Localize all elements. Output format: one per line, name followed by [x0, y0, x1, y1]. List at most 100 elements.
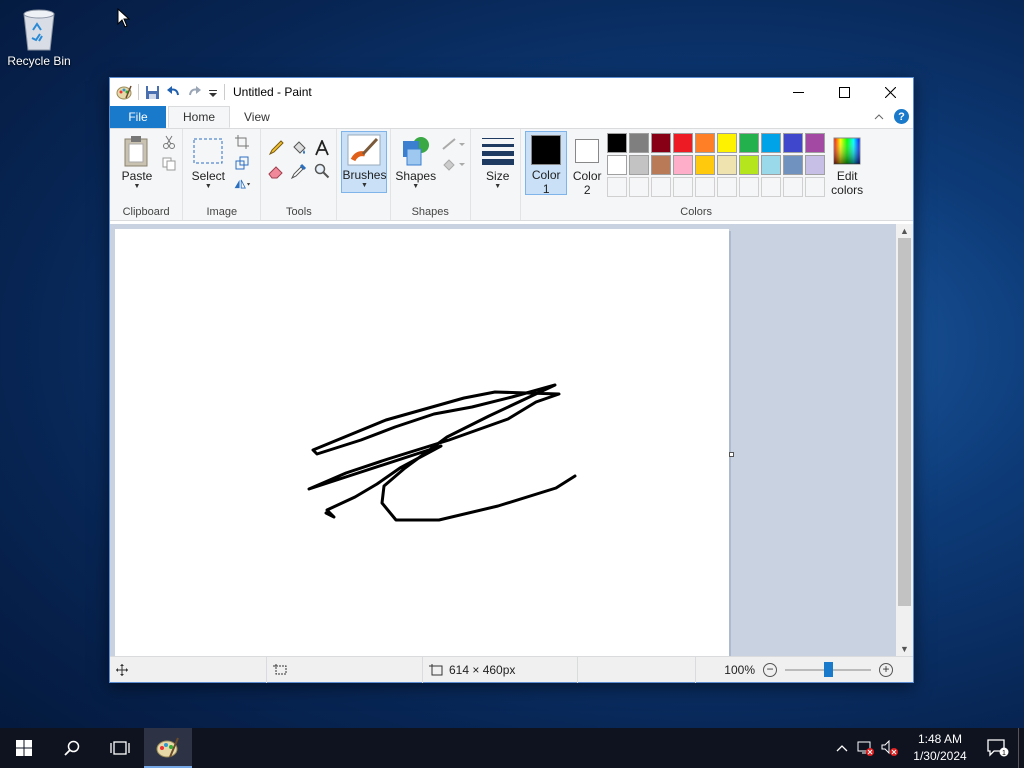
selection-size-icon	[273, 664, 287, 675]
volume-button[interactable]	[878, 740, 902, 756]
palette-swatch[interactable]	[717, 133, 738, 153]
select-button[interactable]: Select ▼	[185, 133, 231, 190]
palette-swatch[interactable]	[805, 155, 826, 175]
palette-swatch[interactable]	[783, 133, 804, 153]
crop-icon[interactable]	[233, 133, 251, 151]
network-disconnected-icon	[857, 741, 874, 756]
quick-access-toolbar	[110, 84, 225, 100]
brushes-button[interactable]: Brushes ▼	[341, 131, 388, 193]
palette-swatch[interactable]	[805, 133, 826, 153]
custom-color-slot[interactable]	[717, 177, 738, 197]
save-icon[interactable]	[145, 85, 160, 100]
color-2-swatch	[575, 139, 600, 163]
magnifier-icon[interactable]	[313, 162, 331, 180]
palette-swatch[interactable]	[607, 133, 628, 153]
palette-swatch[interactable]	[673, 155, 694, 175]
fill-shape-icon[interactable]	[441, 155, 467, 173]
custom-color-slot[interactable]	[783, 177, 804, 197]
start-button[interactable]	[0, 728, 48, 768]
taskbar-paint-app[interactable]	[144, 728, 192, 768]
custom-color-slot[interactable]	[761, 177, 782, 197]
ribbon-tabs-right: ?	[874, 109, 909, 124]
close-button[interactable]	[867, 78, 913, 106]
palette-swatch[interactable]	[651, 155, 672, 175]
canvas-resize-handle-right[interactable]	[729, 452, 734, 457]
palette-swatch[interactable]	[607, 155, 628, 175]
task-view-button[interactable]	[96, 728, 144, 768]
zoom-controls: 100% − +	[724, 657, 893, 683]
edit-colors-label-line1: Edit	[836, 169, 858, 183]
zoom-in-button[interactable]: +	[879, 663, 893, 677]
undo-icon[interactable]	[166, 85, 181, 100]
color-2-button[interactable]: Color 2	[568, 133, 606, 197]
show-desktop-button[interactable]	[1018, 728, 1024, 768]
palette-swatch[interactable]	[761, 155, 782, 175]
search-button[interactable]	[48, 728, 96, 768]
paint-app-icon[interactable]	[116, 84, 132, 100]
palette-swatch[interactable]	[673, 133, 694, 153]
custom-color-slot[interactable]	[739, 177, 760, 197]
custom-color-slot[interactable]	[805, 177, 826, 197]
custom-color-slot[interactable]	[651, 177, 672, 197]
zoom-slider-knob[interactable]	[824, 662, 833, 677]
color-picker-icon[interactable]	[290, 162, 308, 180]
tab-view[interactable]: View	[230, 106, 284, 128]
tab-home[interactable]: Home	[168, 106, 231, 128]
palette-swatch[interactable]	[717, 155, 738, 175]
select-icon	[193, 138, 223, 164]
maximize-button[interactable]	[821, 78, 867, 106]
eraser-icon[interactable]	[267, 162, 285, 180]
rotate-icon[interactable]	[233, 175, 251, 193]
vertical-scrollbar[interactable]: ▲ ▼	[896, 224, 913, 656]
palette-swatch[interactable]	[651, 133, 672, 153]
show-hidden-icons-button[interactable]	[830, 744, 854, 752]
tab-file[interactable]: File	[110, 106, 166, 128]
custom-color-slot[interactable]	[695, 177, 716, 197]
text-icon[interactable]	[313, 139, 331, 157]
zoom-slider[interactable]	[785, 662, 871, 677]
color-palette	[606, 132, 826, 198]
scroll-down-arrow[interactable]: ▼	[896, 642, 913, 656]
palette-swatch[interactable]	[629, 133, 650, 153]
taskbar-clock[interactable]: 1:48 AM 1/30/2024	[902, 731, 978, 765]
paint-app-icon	[156, 737, 179, 758]
help-icon[interactable]: ?	[894, 109, 909, 124]
size-button[interactable]: Size ▼	[475, 133, 521, 190]
pencil-icon[interactable]	[267, 139, 285, 157]
palette-swatch[interactable]	[695, 155, 716, 175]
shapes-button[interactable]: Shapes ▼	[393, 133, 439, 190]
palette-swatch[interactable]	[739, 133, 760, 153]
custom-color-slot[interactable]	[607, 177, 628, 197]
custom-color-slot[interactable]	[629, 177, 650, 197]
action-center-button[interactable]: 1	[978, 739, 1018, 757]
cut-icon[interactable]	[160, 133, 178, 151]
outline-icon[interactable]	[441, 135, 467, 153]
palette-swatch[interactable]	[761, 133, 782, 153]
palette-swatch[interactable]	[739, 155, 760, 175]
customize-qat-icon[interactable]	[208, 85, 218, 100]
cursor-position-cell	[110, 657, 267, 683]
tools-group-label: Tools	[286, 206, 312, 218]
drawing-canvas[interactable]	[115, 229, 729, 656]
canvas-drawing	[307, 383, 577, 522]
color-1-button[interactable]: Color 1	[525, 131, 568, 196]
minimize-ribbon-icon[interactable]	[874, 112, 884, 122]
resize-icon[interactable]	[233, 154, 251, 172]
zoom-out-button[interactable]: −	[763, 663, 777, 677]
minimize-button[interactable]	[775, 78, 821, 106]
redo-icon[interactable]	[187, 85, 202, 100]
drawn-stroke	[307, 383, 577, 522]
scroll-up-arrow[interactable]: ▲	[896, 224, 913, 238]
palette-swatch[interactable]	[629, 155, 650, 175]
palette-swatch[interactable]	[783, 155, 804, 175]
paste-button[interactable]: Paste ▼	[114, 133, 160, 190]
custom-color-slot[interactable]	[673, 177, 694, 197]
recycle-bin[interactable]: Recycle Bin	[4, 6, 74, 68]
copy-icon[interactable]	[160, 155, 178, 173]
network-status-button[interactable]	[854, 740, 878, 756]
palette-swatch[interactable]	[695, 133, 716, 153]
edit-colors-button[interactable]: Edit colors	[825, 133, 869, 197]
search-icon	[64, 740, 80, 756]
fill-icon[interactable]	[290, 139, 308, 157]
scroll-thumb[interactable]	[898, 238, 911, 606]
